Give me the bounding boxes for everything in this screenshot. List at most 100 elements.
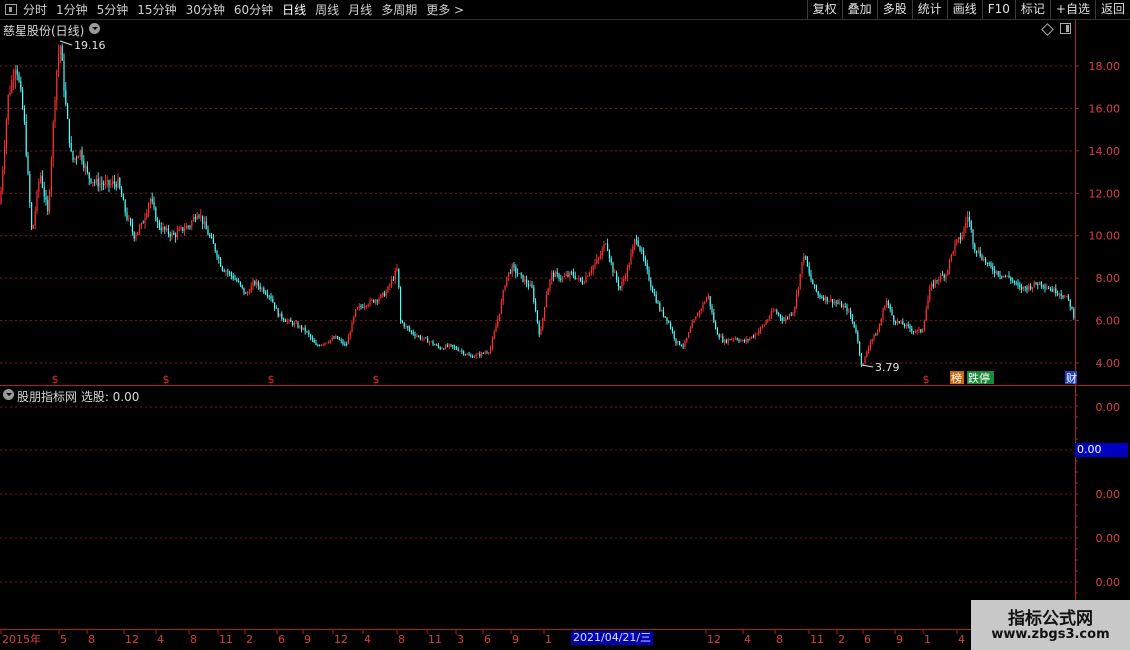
indicator-chevron-icon[interactable]	[3, 389, 14, 400]
candle-body	[839, 302, 841, 304]
candle-body	[549, 279, 551, 289]
candle-body	[652, 286, 654, 293]
candle-body	[958, 237, 960, 240]
candle-body	[1039, 281, 1041, 285]
candle-body	[653, 292, 655, 295]
candle-body	[61, 46, 63, 61]
candle-body	[959, 237, 961, 240]
candle-body	[700, 308, 702, 311]
time-tick-label-16: 9	[512, 633, 519, 646]
candle-body	[365, 305, 367, 307]
candle-body	[920, 329, 922, 333]
candle-body	[191, 221, 193, 227]
candle-body	[227, 271, 229, 273]
candle-body	[747, 339, 749, 340]
candle-body	[463, 351, 465, 355]
candle-body	[544, 306, 546, 318]
candle-body	[889, 305, 891, 310]
candle-body	[815, 285, 817, 292]
candle-body	[985, 258, 987, 263]
candle-body	[117, 178, 119, 188]
candle-body	[220, 258, 222, 267]
candle-body	[880, 318, 882, 326]
candle-body	[662, 310, 664, 317]
candle-body	[351, 322, 353, 333]
candle-body	[799, 273, 801, 288]
candle-body	[248, 292, 250, 294]
badge-dieting[interactable]: 跌停	[967, 371, 994, 385]
candle-body	[808, 266, 810, 274]
time-tick-label-4: 4	[157, 633, 164, 646]
high-price-label: 19.16	[59, 39, 106, 52]
candle-body	[79, 150, 81, 157]
candle-body	[689, 327, 691, 333]
candle-body	[643, 250, 645, 259]
candle-body	[153, 201, 155, 208]
candle-body	[772, 310, 774, 312]
candle-body	[682, 345, 684, 347]
candle-body	[551, 272, 553, 280]
badge-bang[interactable]: 榜	[950, 371, 964, 385]
candle-body	[941, 274, 943, 276]
candle-body	[178, 228, 180, 232]
candle-body	[821, 297, 823, 298]
candle-body	[724, 339, 726, 343]
candle-body	[356, 307, 358, 310]
candle-body	[1021, 286, 1023, 290]
candle-body	[234, 278, 236, 280]
candle-body	[481, 352, 483, 356]
candle-body	[787, 317, 789, 319]
candle-body	[716, 328, 718, 335]
candle-body	[104, 181, 106, 185]
candle-body	[27, 155, 29, 174]
candle-body	[536, 310, 538, 323]
candle-body	[254, 281, 256, 285]
candle-body	[391, 279, 393, 285]
candle-body	[560, 279, 562, 280]
candle-body	[625, 276, 627, 279]
candle-body	[556, 272, 558, 274]
candle-body	[450, 344, 452, 346]
candle-body	[851, 316, 853, 322]
candle-body	[290, 319, 292, 322]
candle-body	[1019, 285, 1021, 287]
candle-body	[740, 340, 742, 342]
candle-body	[590, 270, 592, 274]
candle-body	[576, 278, 578, 280]
candle-body	[981, 256, 983, 261]
badge-cai[interactable]: 财	[1065, 371, 1077, 385]
candle-body	[466, 354, 468, 356]
candle-body	[162, 226, 164, 231]
candle-body	[360, 306, 362, 308]
candle-body	[1073, 309, 1075, 319]
candle-body	[738, 339, 740, 342]
candle-body	[490, 347, 492, 353]
indicator-tick-label-0: 0.00	[1096, 401, 1121, 414]
candle-body	[760, 327, 762, 331]
price-axis: 4.00 6.00 8.00 10.00 12.00 14.00 16.00 18.00 0.0…	[1075, 60, 1121, 627]
candle-body	[520, 273, 522, 275]
candle-body	[940, 274, 942, 280]
candle-body	[103, 184, 105, 185]
time-tick-label-22: 8	[776, 633, 783, 646]
price-tick-label-0: 4.00	[1096, 357, 1121, 370]
candle-body	[688, 332, 690, 338]
candle-body	[526, 279, 528, 284]
time-tick-label-12: 8	[398, 633, 405, 646]
candle-body	[362, 306, 364, 308]
candle-body	[1049, 289, 1051, 290]
kline-chart[interactable]: 4.006.008.0010.0012.0014.0016.0018.000.0…	[0, 0, 1130, 650]
candle-body	[157, 220, 159, 222]
candle-body	[522, 274, 524, 282]
candle-body	[832, 299, 834, 304]
candle-body	[853, 321, 855, 328]
candle-body	[167, 228, 169, 234]
candle-body	[293, 323, 295, 325]
candle-body	[934, 280, 936, 287]
candle-body	[529, 284, 531, 287]
candle-body	[1055, 288, 1057, 294]
candle-body	[205, 221, 207, 230]
candle-body	[509, 272, 511, 274]
candle-body	[198, 215, 200, 217]
price-tick-label-3: 10.00	[1089, 230, 1121, 243]
